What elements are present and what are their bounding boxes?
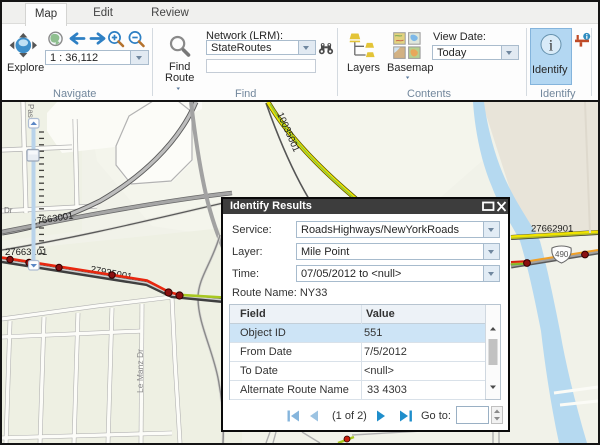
svg-text:Pas: Pas [26,104,35,118]
svg-text:27663101: 27663101 [5,247,47,258]
svg-text:Dr: Dr [4,206,13,215]
svg-text:27662901: 27662901 [531,223,573,234]
svg-text:Le Manz Dr: Le Manz Dr [135,348,145,392]
svg-text:i: i [549,38,554,55]
svg-text:490: 490 [555,250,569,259]
